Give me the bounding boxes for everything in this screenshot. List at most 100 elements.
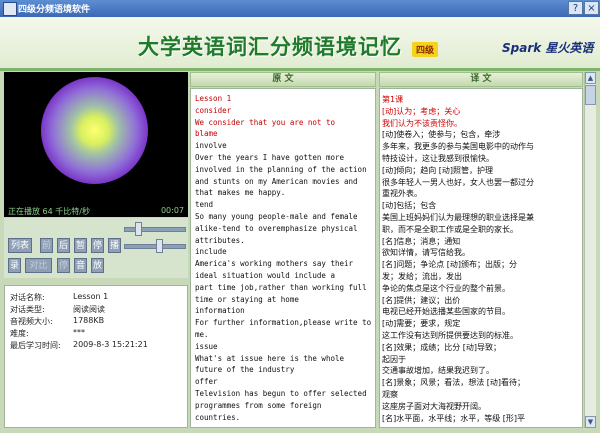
pause-button[interactable]: 暂 <box>74 238 87 253</box>
original-line: So many young people-male and female <box>195 212 358 221</box>
original-text-pane[interactable]: Lesson 1 consider We consider that you are… <box>190 88 376 428</box>
audio-button[interactable]: 音 <box>74 258 87 273</box>
original-line: alike-tend to overemphasize physical <box>195 223 358 233</box>
brand-logo: Spark 星火英语 <box>502 41 594 55</box>
translation-line: 美国上班妈妈们认为最理想的职业选择是兼 <box>382 213 534 222</box>
level-badge: 四级 <box>412 42 439 57</box>
info-label: 对话类型: <box>10 305 45 314</box>
stop-button[interactable]: 停 <box>91 238 104 253</box>
original-line: involve <box>195 141 227 151</box>
translation-line: 多年来，我更多的参与美国电影中的动作与 <box>382 142 534 152</box>
original-line: What's at issue here is the whole <box>195 353 345 363</box>
original-line: Television has begun to offer selected <box>195 389 367 398</box>
translation-line: [名]信息；消息；通知 <box>382 236 461 246</box>
original-line: countries. <box>195 412 241 422</box>
translation-line: 这座房子面对大海视野开阔。 <box>382 401 486 411</box>
translation-column-header: 译 文 <box>379 72 583 87</box>
original-line: blame <box>195 129 218 139</box>
original-line: involved in the planning of the action <box>195 164 367 174</box>
original-line: me. <box>195 330 209 339</box>
translation-line: 重视外表。 <box>382 189 422 199</box>
video-player[interactable]: 正在播放 64 千比特/秒 00:07 <box>4 72 188 217</box>
list-button[interactable]: 列表 <box>8 238 32 253</box>
scroll-thumb[interactable] <box>585 85 596 105</box>
original-line: America's working mothers say their <box>195 259 354 269</box>
play-button[interactable]: 播 <box>108 238 121 253</box>
page-title: 大学英语词汇分频语境记忆 <box>138 34 402 59</box>
info-value: 1788KB <box>73 316 105 325</box>
translation-line: 观察 <box>382 390 398 399</box>
window-title: 四级分频语境软件 <box>18 5 91 15</box>
next-button[interactable]: 后 <box>57 238 70 253</box>
visualizer-orb <box>41 77 148 184</box>
translation-line: [名]水平面，水平线；水平，等级 [形]平 <box>382 413 526 423</box>
original-line: Lesson 1 <box>195 94 232 103</box>
translation-line: 这工作没有达到所提供要达到的标准。 <box>382 331 518 340</box>
translation-line: 我们认为不该责怪你。 <box>382 118 462 128</box>
translation-line: 起因于 <box>382 354 406 364</box>
original-line: information <box>195 306 245 316</box>
translation-line: [名]效果；成绩；比分 [动]导致； <box>382 342 502 352</box>
previous-button[interactable]: 前 <box>40 238 53 253</box>
original-line: future of the industry <box>195 365 295 375</box>
vertical-scrollbar[interactable]: ▲ ▼ <box>584 72 596 428</box>
seek-slider-thumb[interactable] <box>156 239 163 253</box>
translation-line: 很多年轻人一男人也好，女人也罢一都过分 <box>382 177 534 187</box>
translation-line: 电视已经开始选播某些国家的节目。 <box>382 307 510 317</box>
original-line: offer <box>195 377 218 387</box>
translation-line: 争论的焦点是这个行业的整个前景。 <box>382 283 510 293</box>
help-button[interactable]: ? <box>568 1 583 15</box>
header-divider <box>0 68 600 71</box>
original-line: issue <box>195 341 218 351</box>
original-line: time or staying at home <box>195 294 299 304</box>
translation-line: [名]提供；建议；出价 <box>382 295 461 305</box>
title-bar[interactable]: 四级分频语境软件 ? × <box>0 0 600 17</box>
scroll-down-icon[interactable]: ▼ <box>585 416 596 428</box>
scroll-up-icon[interactable]: ▲ <box>585 72 596 84</box>
app-header: 大学英语词汇分频语境记忆 四级 Spark 星火英语 <box>0 17 600 70</box>
seek-slider[interactable] <box>124 244 186 249</box>
translation-line: [动]使卷入；使参与；包含，牵涉 <box>382 130 501 140</box>
translation-line: 职，而不是全职工作或是全职的家长。 <box>382 224 518 234</box>
record-button[interactable]: 录 <box>8 258 21 273</box>
translation-line: 欲知详情，请写信给我。 <box>382 248 470 258</box>
original-line: ideal situation would include a <box>195 271 335 280</box>
translation-line: [名]问题；争论点 [动]颁布；出版；分 <box>382 260 518 270</box>
translation-line: 第1课 <box>382 95 404 104</box>
playback-time: 00:07 <box>160 206 184 215</box>
original-line: programmes from some foreign <box>195 400 322 410</box>
translation-line: [名]景象；风景；看法，想法 [动]看待； <box>382 378 526 388</box>
replay-button[interactable]: 放 <box>91 258 104 273</box>
info-label: 难度: <box>10 329 29 338</box>
translation-line: [动]包括；包含 <box>382 201 437 211</box>
record-stop-button[interactable]: 停 <box>57 258 70 273</box>
original-line: that makes me happy. <box>195 188 286 198</box>
translation-line: 特技设计，这让我感到很愉快。 <box>382 154 494 163</box>
close-button[interactable]: × <box>584 1 599 15</box>
info-value: Lesson 1 <box>73 292 109 301</box>
info-label: 音视频大小: <box>10 317 53 326</box>
translation-line: [动]认为；考虑；关心 <box>382 106 461 116</box>
translation-line: 交通事故增加，结果我迟到了。 <box>382 366 494 376</box>
info-value: *** <box>73 328 85 337</box>
original-line: We consider that you are not to <box>195 117 335 127</box>
original-line: Over the years I have gotten more <box>195 153 345 162</box>
info-value: 阅读阅读 <box>73 305 105 314</box>
original-line: consider <box>195 105 232 115</box>
info-value: 2009-8-3 15:21:21 <box>73 340 148 349</box>
volume-slider-thumb[interactable] <box>135 222 142 236</box>
info-label: 最后学习时间: <box>10 341 61 350</box>
translation-text-pane[interactable]: 第1课 [动]认为；考虑；关心 我们认为不该责怪你。 [动]使卷入；使参与；包含，牵涉… <box>379 88 583 428</box>
playback-status: 正在播放 64 千比特/秒 <box>8 207 90 216</box>
info-label: 对话名称: <box>10 293 45 302</box>
original-line: attributes. <box>195 235 245 245</box>
original-line: and stunts on my American movies and <box>195 176 358 186</box>
app-icon <box>3 2 17 16</box>
translation-line: [动]倾向；趋向 [动]照管，护理 <box>382 165 494 175</box>
original-line: tend <box>195 200 214 210</box>
compare-button[interactable]: 对比 <box>25 258 52 273</box>
app-window: 四级分频语境软件 ? × 大学英语词汇分频语境记忆 四级 Spark 星火英语 … <box>0 0 600 433</box>
original-line: include <box>195 247 227 257</box>
volume-slider[interactable] <box>124 227 186 232</box>
original-line: part time job,rather than working full <box>195 282 367 292</box>
